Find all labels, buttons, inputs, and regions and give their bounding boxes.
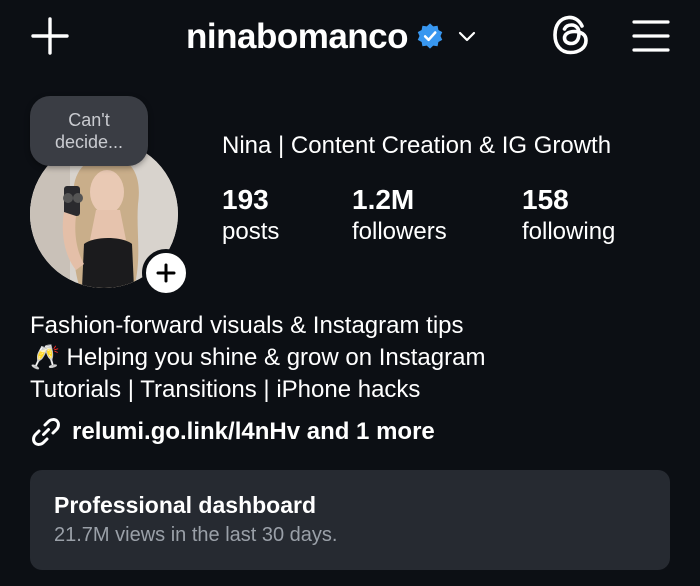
professional-dashboard-card[interactable]: Professional dashboard 21.7M views in th… (30, 470, 670, 570)
stat-followers[interactable]: 1.2M followers (352, 184, 447, 247)
verified-badge-icon (417, 23, 443, 49)
profile-screen: ninabomanco Can't decide... Nina | Conte… (0, 0, 700, 586)
stat-label: followers (352, 218, 447, 246)
bio: Fashion-forward visuals & Instagram tips… (30, 310, 485, 406)
menu-button[interactable] (632, 18, 670, 54)
username: ninabomanco (186, 16, 409, 56)
bio-line: Tutorials | Transitions | iPhone hacks (30, 376, 421, 403)
add-story-button[interactable] (142, 249, 190, 297)
stat-value: 193 (222, 184, 269, 215)
account-switcher[interactable]: ninabomanco (186, 12, 478, 60)
hamburger-menu-icon (632, 20, 670, 52)
threads-button[interactable] (551, 14, 591, 56)
dashboard-subtitle: 21.7M views in the last 30 days. (54, 524, 338, 546)
display-name: Nina | Content Creation & IG Growth (222, 132, 612, 159)
create-button[interactable] (30, 16, 70, 56)
plus-icon (156, 263, 176, 283)
stat-following[interactable]: 158 following (522, 184, 615, 247)
note-line: Can't (68, 109, 110, 130)
chevron-down-icon (458, 31, 476, 42)
stat-value: 158 (522, 184, 569, 215)
stat-label: following (522, 218, 616, 246)
stat-posts[interactable]: 193 posts (222, 184, 279, 247)
profile-header: ninabomanco (0, 0, 700, 80)
bio-line: Fashion-forward visuals & Instagram tips (30, 312, 464, 339)
bio-link[interactable]: relumi.go.link/l4nHv and 1 more (30, 414, 435, 450)
profile-note[interactable]: Can't decide... (30, 96, 148, 166)
stat-label: posts (222, 218, 280, 246)
stat-value: 1.2M (352, 184, 415, 215)
dashboard-title: Professional dashboard (54, 492, 317, 518)
threads-icon (553, 15, 588, 55)
note-line: decide... (54, 132, 124, 152)
plus-icon (31, 17, 69, 55)
link-text: relumi.go.link/l4nHv and 1 more (72, 418, 435, 445)
link-icon (32, 418, 60, 446)
bio-line: 🥂 Helping you shine & grow on Instagram (30, 344, 486, 371)
